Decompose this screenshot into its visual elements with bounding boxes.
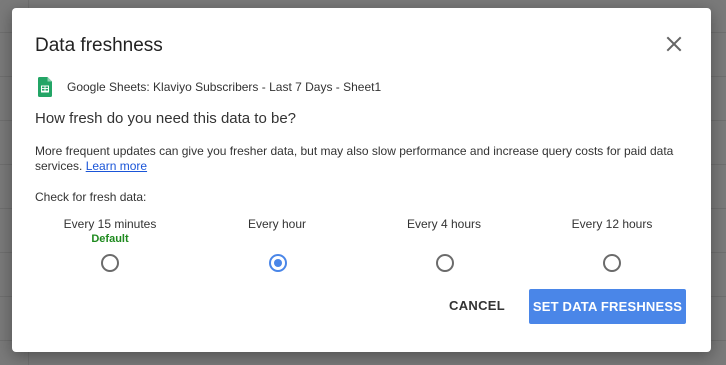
radio-every-15-minutes[interactable] xyxy=(101,254,119,272)
radio-every-12-hours[interactable] xyxy=(603,254,621,272)
option-every-15-minutes: Every 15 minutes Default xyxy=(35,217,185,246)
freshness-description: More frequent updates can give you fresh… xyxy=(35,144,685,174)
data-source-name: Google Sheets: Klaviyo Subscribers - Las… xyxy=(67,80,382,94)
option-label: Every 15 minutes xyxy=(63,217,157,231)
data-freshness-dialog: Data freshness Google Sheets: Klaviyo Su… xyxy=(12,8,711,352)
dialog-title: Data freshness xyxy=(35,35,163,56)
option-label: Every 4 hours xyxy=(406,217,482,231)
freshness-question: How fresh do you need this data to be? xyxy=(35,110,297,127)
option-every-hour: Every hour xyxy=(202,217,352,232)
data-source: Google Sheets: Klaviyo Subscribers - Las… xyxy=(38,76,381,98)
radio-every-4-hours[interactable] xyxy=(436,254,454,272)
option-label: Every 12 hours xyxy=(571,217,653,231)
option-label: Every hour xyxy=(247,217,307,231)
radio-every-hour[interactable] xyxy=(269,254,287,272)
check-fresh-data-label: Check for fresh data: xyxy=(35,190,147,204)
learn-more-link[interactable]: Learn more xyxy=(86,159,147,173)
option-every-4-hours: Every 4 hours xyxy=(369,217,519,232)
default-badge: Default xyxy=(91,233,129,245)
close-icon[interactable] xyxy=(662,32,686,56)
set-data-freshness-button[interactable]: SET DATA FRESHNESS xyxy=(529,289,686,324)
google-sheets-icon xyxy=(38,77,52,97)
option-every-12-hours: Every 12 hours xyxy=(537,217,687,232)
cancel-button[interactable]: CANCEL xyxy=(440,291,514,321)
